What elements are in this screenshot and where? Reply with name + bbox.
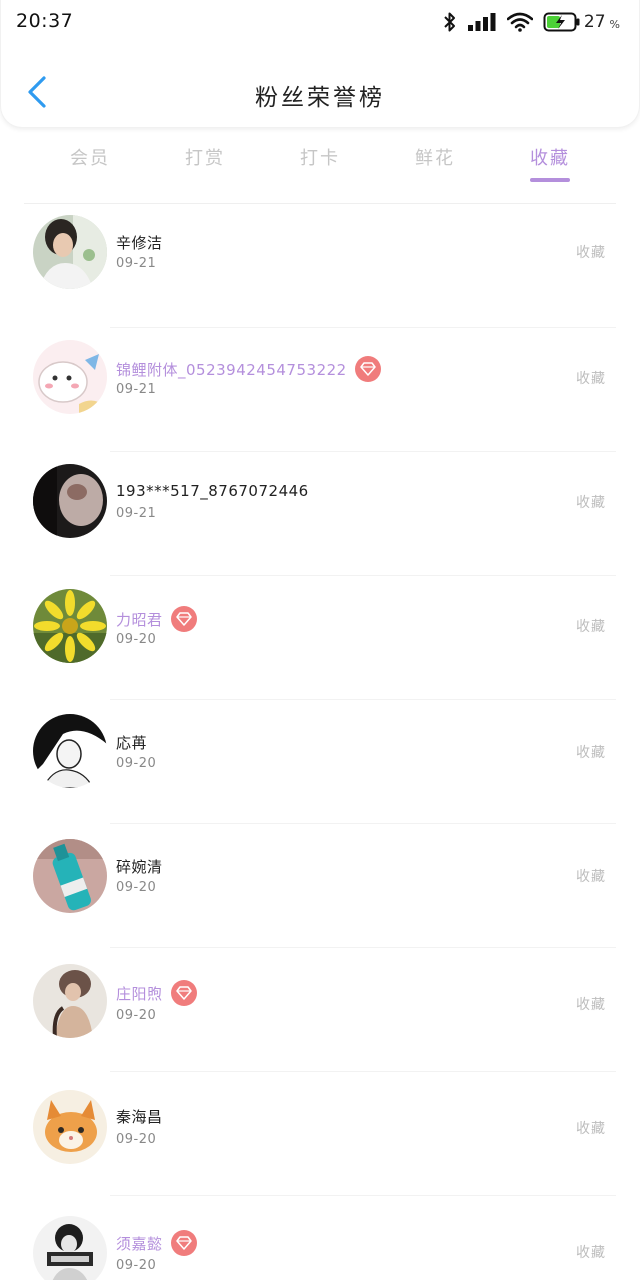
- username: 碎婉清: [116, 858, 163, 876]
- diamond-icon: [175, 986, 192, 1000]
- row-date: 09-20: [116, 756, 157, 771]
- avatar: [33, 215, 107, 289]
- username: 庄阳煦: [116, 984, 163, 1003]
- tab-member[interactable]: 会员: [45, 144, 135, 170]
- username-wrap: 193***517_8767072446: [116, 482, 309, 500]
- tab-tip[interactable]: 打赏: [160, 144, 250, 170]
- favorite-label[interactable]: 收藏: [576, 368, 606, 388]
- username: 辛修洁: [116, 234, 163, 252]
- username: 応苒: [116, 734, 148, 752]
- app-root: 粉丝荣誉榜 20:37 27 % 会员 打赏 打卡 鲜花 收藏 辛修洁 09-2…: [0, 0, 640, 1280]
- avatar: [33, 1216, 107, 1280]
- username: 秦海昌: [116, 1108, 163, 1126]
- favorite-label[interactable]: 收藏: [576, 1242, 606, 1262]
- username: 锦鲤附体_0523942454753222: [116, 360, 347, 379]
- avatar: [33, 1090, 107, 1164]
- avatar: [33, 964, 107, 1038]
- active-tab-indicator: [530, 178, 570, 182]
- row-date: 09-20: [116, 1008, 157, 1023]
- row-date: 09-21: [116, 382, 157, 397]
- username-wrap: 碎婉清: [116, 856, 163, 877]
- list-item[interactable]: 碎婉清 09-20 收藏: [0, 824, 640, 948]
- signal-icon: [467, 13, 496, 31]
- avatar: [33, 340, 107, 414]
- favorite-label[interactable]: 收藏: [576, 742, 606, 762]
- row-date: 09-20: [116, 880, 157, 895]
- list-item[interactable]: 辛修洁 09-21 收藏: [0, 204, 640, 328]
- row-date: 09-20: [116, 1132, 157, 1147]
- battery: 27 %: [543, 11, 620, 33]
- list-item[interactable]: 力昭君 09-20 收藏: [0, 576, 640, 700]
- row-date: 09-20: [116, 1258, 157, 1273]
- battery-percent: 27: [583, 12, 606, 32]
- username-wrap: 辛修洁: [116, 232, 163, 253]
- username-wrap: 力昭君: [116, 606, 197, 632]
- wifi-icon: [506, 12, 533, 32]
- tab-checkin[interactable]: 打卡: [275, 144, 365, 170]
- vip-badge: [354, 356, 381, 382]
- favorite-label[interactable]: 收藏: [576, 242, 606, 262]
- battery-icon: [543, 12, 580, 32]
- avatar: [33, 839, 107, 913]
- favorite-label[interactable]: 收藏: [576, 492, 606, 512]
- username-wrap: 応苒: [116, 732, 147, 753]
- vip-badge: [170, 980, 197, 1006]
- status-time: 20:37: [16, 10, 74, 32]
- tab-flowers[interactable]: 鲜花: [390, 144, 480, 170]
- tab-favorites[interactable]: 收藏: [505, 144, 595, 170]
- list-item[interactable]: 193***517_8767072446 09-21 收藏: [0, 452, 640, 576]
- avatar: [33, 714, 107, 788]
- vip-badge: [170, 1230, 197, 1256]
- favorite-label[interactable]: 收藏: [576, 1118, 606, 1138]
- bluetooth-icon: [444, 12, 455, 32]
- username-wrap: 秦海昌: [116, 1106, 163, 1127]
- row-date: 09-21: [116, 256, 157, 271]
- row-date: 09-20: [116, 632, 157, 647]
- list-item[interactable]: 锦鲤附体_0523942454753222 09-21 收藏: [0, 328, 640, 452]
- list-item[interactable]: 须嘉懿 09-20 收藏: [0, 1196, 640, 1280]
- tab-bar: 会员 打赏 打卡 鲜花 收藏: [0, 128, 640, 190]
- status-bar: 20:37 27 %: [0, 0, 640, 44]
- page-title: 粉丝荣誉榜: [255, 85, 385, 111]
- username-wrap: 锦鲤附体_0523942454753222: [116, 356, 381, 382]
- username-wrap: 庄阳煦: [116, 980, 197, 1006]
- username-wrap: 须嘉懿: [116, 1230, 197, 1256]
- list-item[interactable]: 応苒 09-20 收藏: [0, 700, 640, 824]
- diamond-icon: [359, 362, 376, 376]
- status-icons: 27 %: [443, 9, 620, 35]
- username: 须嘉懿: [116, 1234, 163, 1253]
- diamond-icon: [175, 1236, 192, 1250]
- username: 193***517_8767072446: [116, 482, 309, 500]
- row-date: 09-21: [116, 506, 157, 521]
- favorite-label[interactable]: 收藏: [576, 616, 606, 636]
- list-item[interactable]: 秦海昌 09-20 收藏: [0, 1072, 640, 1196]
- battery-percent-unit: %: [609, 17, 620, 31]
- favorite-label[interactable]: 收藏: [576, 866, 606, 886]
- username: 力昭君: [116, 610, 163, 629]
- favorite-label[interactable]: 收藏: [576, 994, 606, 1014]
- list-item[interactable]: 庄阳煦 09-20 收藏: [0, 948, 640, 1072]
- avatar: [33, 589, 107, 663]
- avatar: [33, 464, 107, 538]
- vip-badge: [170, 606, 197, 632]
- diamond-icon: [175, 612, 192, 626]
